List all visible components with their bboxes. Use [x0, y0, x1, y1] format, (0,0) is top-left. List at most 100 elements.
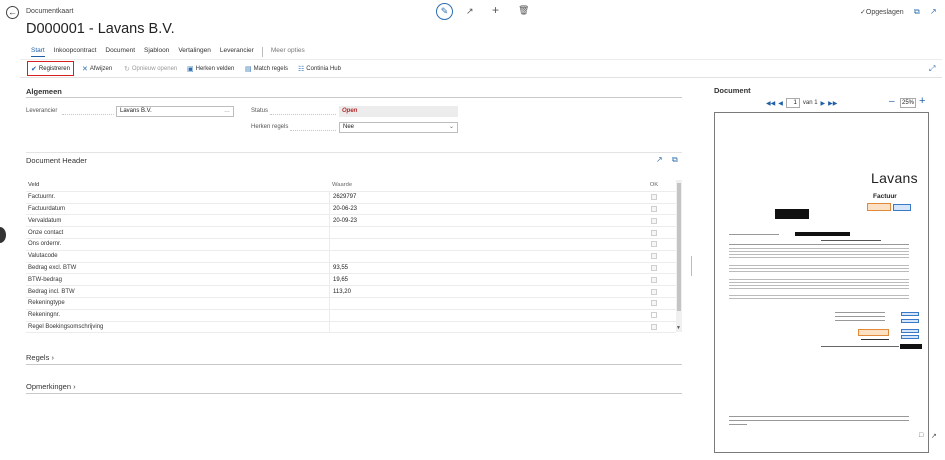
table-row[interactable]: Factuurnr. 2629797 — [26, 191, 676, 204]
ok-checkbox[interactable] — [651, 241, 657, 248]
table-row[interactable]: Vervaldatum 20-09-23 — [26, 215, 676, 228]
next-page-icon[interactable]: ▶ — [821, 100, 826, 107]
zoom-level[interactable]: 25% — [900, 98, 916, 108]
redacted-block — [795, 232, 850, 236]
table-row[interactable]: Rekeningtype — [26, 297, 676, 310]
recognized-field-highlight — [901, 329, 919, 333]
table-row[interactable]: Valutacode — [26, 250, 676, 263]
document-preview[interactable]: Lavans Factuur — [714, 112, 929, 453]
text-line — [729, 251, 909, 253]
ok-checkbox[interactable] — [651, 253, 657, 260]
last-page-icon[interactable]: ▶▶ — [828, 100, 837, 107]
continia-hub-button[interactable]: ☷ Continia Hub — [298, 65, 341, 73]
minus-icon: – — [889, 96, 895, 107]
text-line — [729, 271, 909, 273]
reject-button[interactable]: ✕ Afwijzen — [82, 65, 112, 73]
ok-checkbox[interactable] — [651, 205, 657, 212]
recognize-lines-select[interactable]: Nee ⌄ — [339, 122, 458, 133]
section-divider — [26, 364, 682, 365]
text-line — [729, 234, 779, 236]
first-page-icon[interactable]: ◀◀ — [766, 100, 775, 107]
check-icon: ✔ — [31, 65, 37, 73]
tab-start[interactable]: Start — [31, 47, 45, 57]
lookup-icon: … — [224, 108, 230, 114]
column-header-field[interactable]: Veld — [26, 182, 329, 188]
share-icon: ↗ — [656, 155, 663, 164]
ok-checkbox[interactable] — [651, 312, 657, 319]
table-row[interactable]: BTW-bedrag 19,65 — [26, 274, 676, 287]
side-handle[interactable] — [0, 227, 6, 243]
tab-inkoopcontract[interactable]: Inkoopcontract — [54, 47, 97, 57]
table-row[interactable]: Factuurdatum 20-06-23 — [26, 203, 676, 216]
ok-checkbox[interactable] — [651, 217, 657, 224]
prev-page-icon[interactable]: ◀ — [778, 100, 783, 107]
page-count: van 1 — [802, 100, 818, 106]
column-header-value[interactable]: Waarde — [329, 180, 632, 191]
back-button[interactable]: ← — [6, 6, 19, 19]
edit-button[interactable]: ✎ — [436, 3, 453, 20]
recognized-field-highlight — [901, 335, 919, 339]
share-button[interactable]: ↗ — [466, 6, 474, 17]
zoom-out-button[interactable]: – — [889, 97, 895, 107]
ok-checkbox[interactable] — [651, 264, 657, 271]
match-lines-button[interactable]: ▤ Match regels — [245, 65, 288, 73]
ok-checkbox[interactable] — [651, 288, 657, 295]
table-row[interactable]: Onze contact — [26, 227, 676, 239]
section-divider — [26, 97, 682, 98]
recognize-lines-label: Herken regels — [251, 124, 289, 130]
recognize-fields-button[interactable]: ▣ Herken velden — [187, 65, 234, 73]
open-window-icon[interactable]: ↗ — [931, 432, 937, 440]
trash-icon: 🗑 — [518, 5, 530, 15]
delete-button[interactable]: 🗑 — [518, 5, 529, 16]
pin-button[interactable]: ⤢ — [929, 64, 935, 74]
hub-icon: ☷ — [298, 66, 305, 73]
expand-button[interactable]: ↗ — [930, 7, 937, 16]
plus-icon: + — [919, 95, 926, 107]
fit-page-icon[interactable]: □ — [919, 432, 923, 439]
recognized-field-highlight — [858, 329, 889, 336]
scroll-down-icon[interactable]: ▼ — [676, 325, 681, 331]
tab-sjabloon[interactable]: Sjabloon — [144, 47, 169, 57]
recognized-field-highlight — [893, 204, 911, 211]
text-line — [729, 424, 747, 426]
section-remarks[interactable]: Opmerkingen › — [26, 382, 76, 391]
register-button[interactable]: ✔ Registreren — [27, 61, 74, 76]
table-row[interactable]: Bedrag excl. BTW 93,55 — [26, 262, 676, 275]
ok-checkbox[interactable] — [651, 194, 657, 201]
vendor-field[interactable]: Lavans B.V. … — [116, 106, 234, 117]
column-header-ok[interactable]: OK — [632, 182, 676, 188]
saved-status: ✓Opgeslagen — [860, 9, 904, 16]
reopen-icon: ↻ — [124, 66, 130, 73]
tab-more-options[interactable]: Meer opties — [271, 47, 305, 57]
ok-checkbox[interactable] — [651, 276, 657, 283]
share-icon: ↗ — [466, 6, 474, 16]
tab-vertalingen[interactable]: Vertalingen — [178, 47, 211, 57]
zoom-in-button[interactable]: + — [919, 96, 925, 107]
open-new-window-button[interactable]: ⧉ — [914, 7, 920, 17]
table-row[interactable]: Rekeningnr. — [26, 309, 676, 322]
tab-leverancier[interactable]: Leverancier — [220, 47, 254, 57]
recognized-field-highlight — [867, 203, 891, 211]
expand-part-button[interactable]: ⧉ — [672, 155, 678, 165]
breadcrumb: Documentkaart — [26, 8, 74, 15]
share-part-button[interactable]: ↗ — [656, 155, 663, 164]
redacted-block — [900, 344, 922, 349]
tab-document[interactable]: Document — [105, 47, 135, 57]
splitter-handle[interactable] — [691, 256, 692, 276]
chevron-right-icon: › — [51, 353, 54, 362]
reopen-button[interactable]: ↻ Opnieuw openen — [124, 65, 177, 73]
ok-checkbox[interactable] — [651, 323, 657, 330]
open-window-icon: ⧉ — [914, 7, 920, 16]
text-line — [729, 288, 909, 290]
table-row[interactable]: Bedrag incl. BTW 113,20 — [26, 286, 676, 298]
ok-checkbox[interactable] — [651, 229, 657, 236]
new-button[interactable]: + — [492, 3, 499, 17]
ok-checkbox[interactable] — [651, 300, 657, 307]
page-number-input[interactable]: 1 — [785, 98, 800, 108]
table-row[interactable]: Ons ordernr. — [26, 238, 676, 251]
table-row[interactable]: Regel Boekingsomschrijving — [26, 321, 676, 334]
scrollbar-thumb[interactable] — [677, 183, 681, 311]
status-value: Open — [339, 106, 458, 117]
status-label: Status — [251, 108, 269, 114]
section-lines[interactable]: Regels › — [26, 353, 54, 362]
